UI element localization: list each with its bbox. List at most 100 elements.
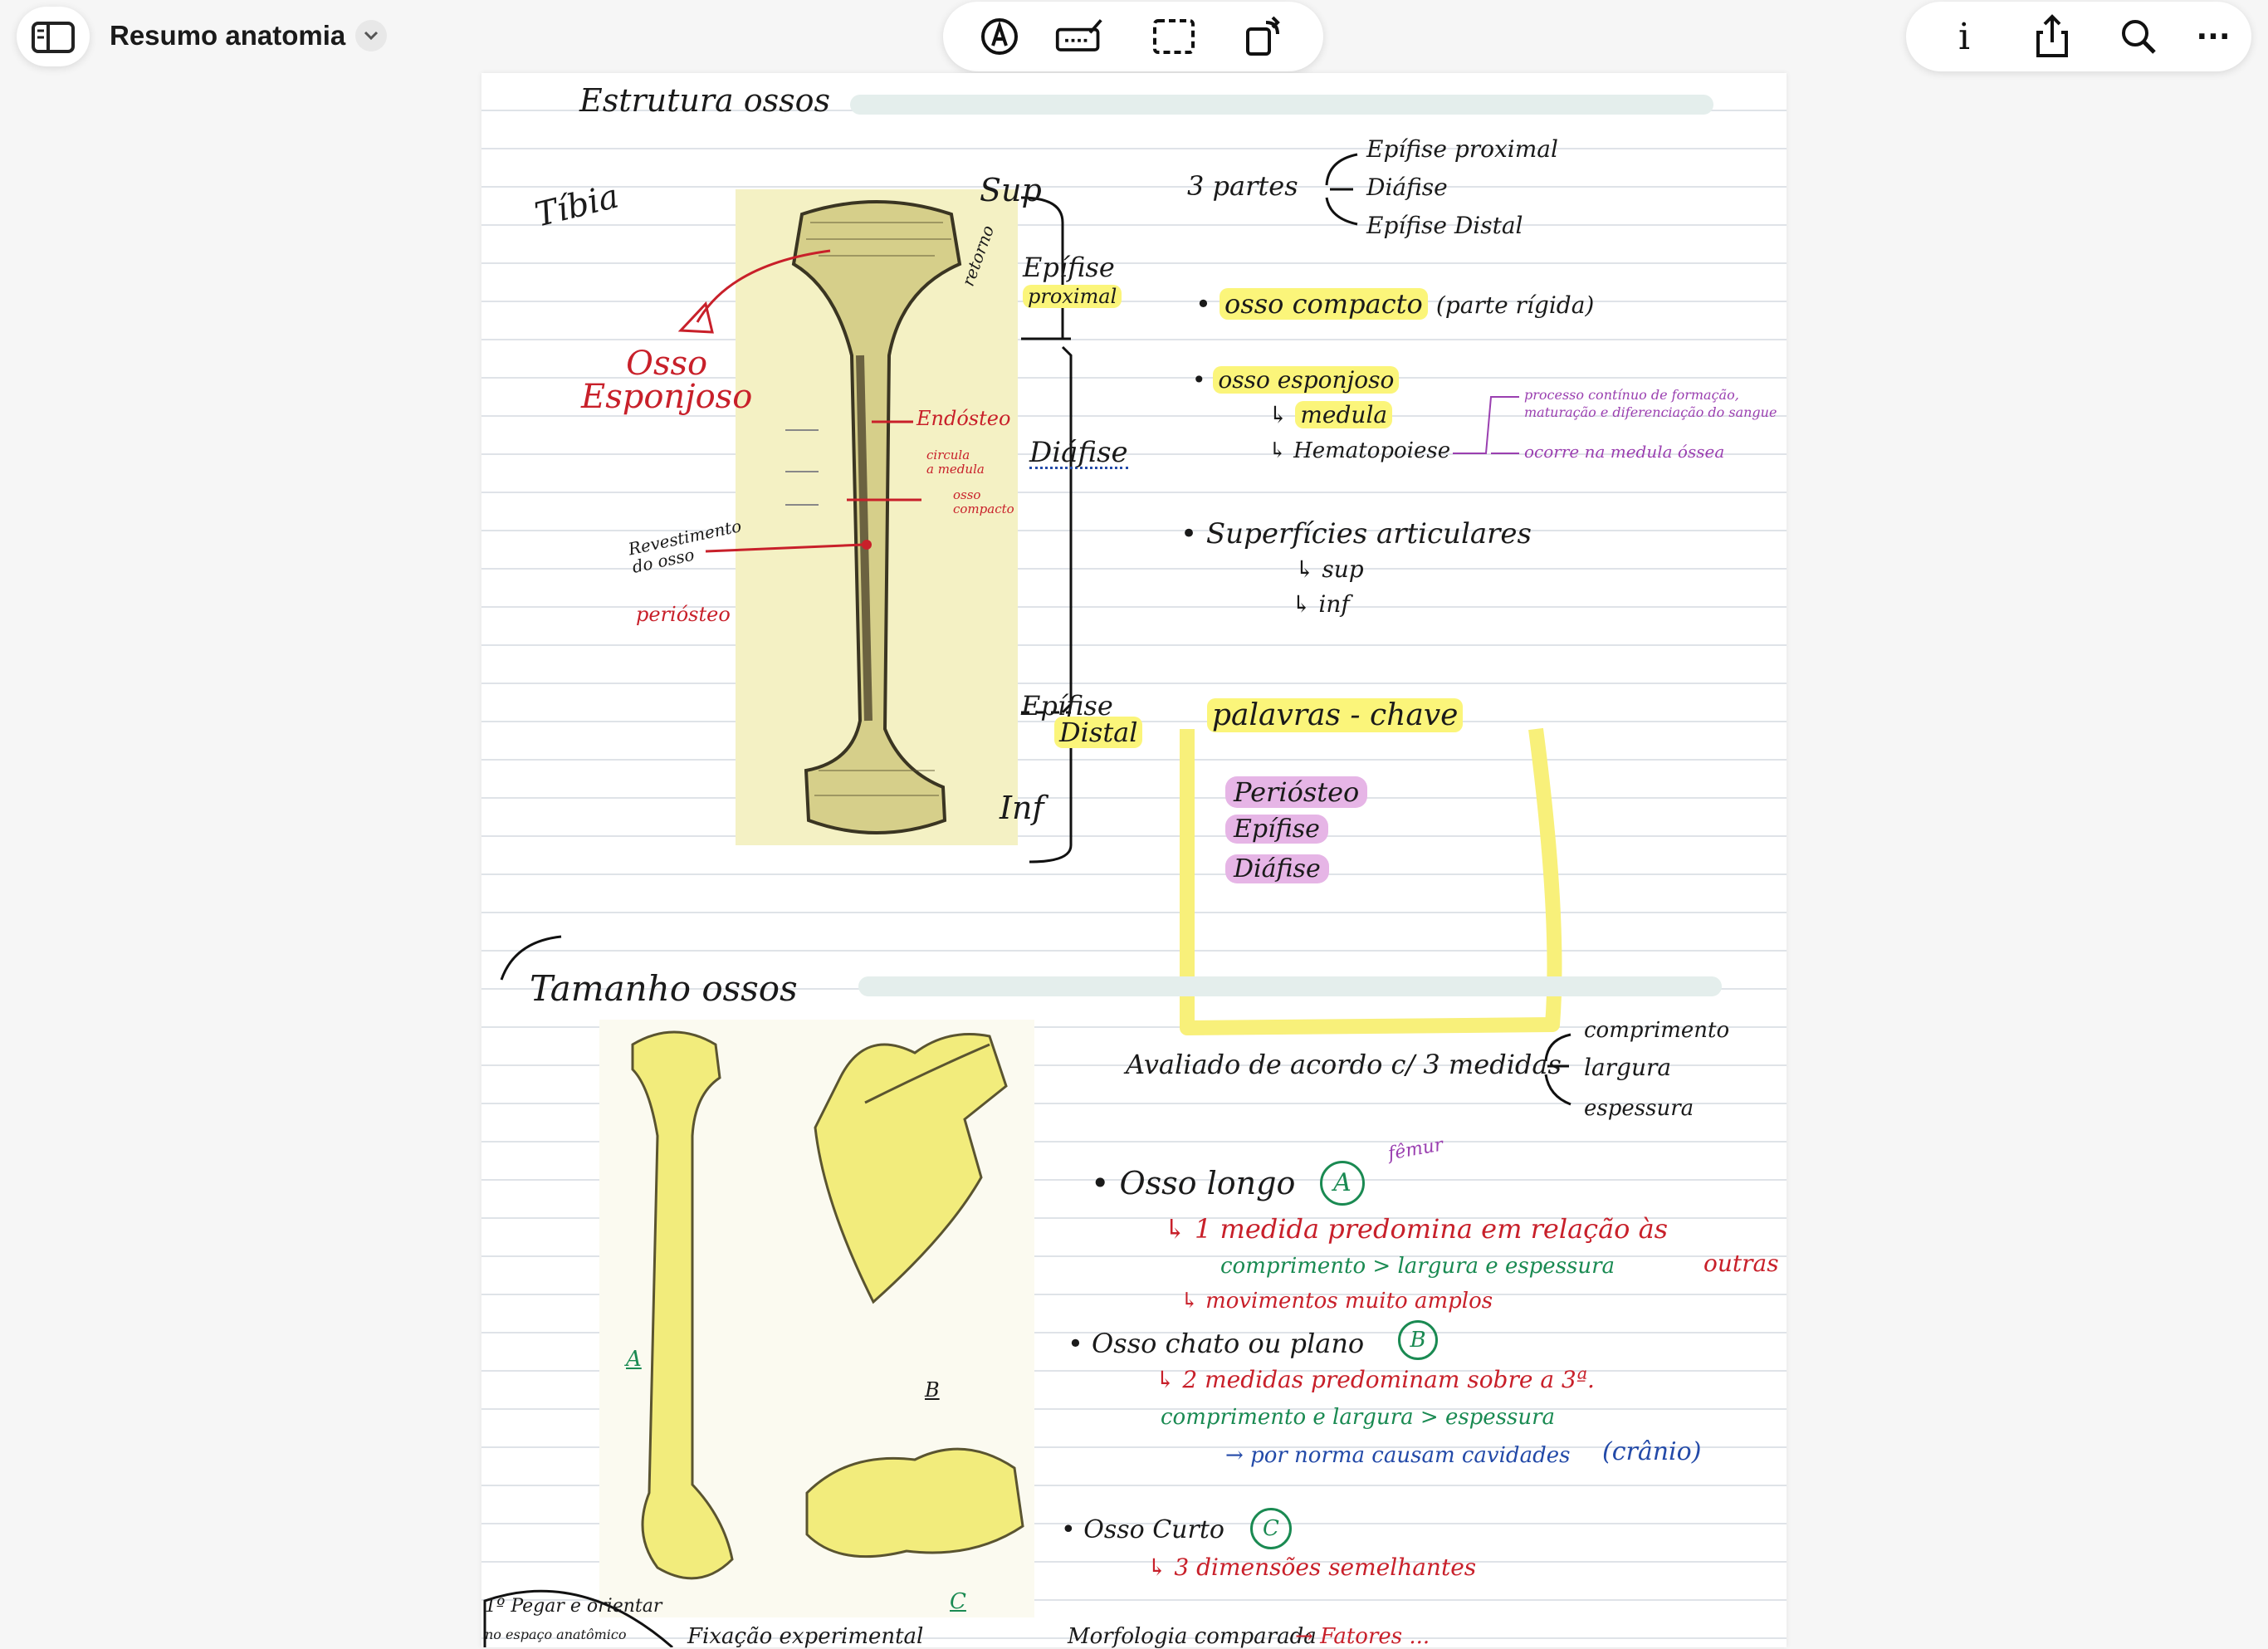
longo-outras: outras [1703, 1250, 1779, 1277]
keyword-epifise: Epífise [1225, 815, 1328, 844]
footer-mid: Fixação experimental [687, 1624, 924, 1649]
rotate-page-button[interactable] [1239, 12, 1288, 61]
right-toolbar: i ··· [1906, 2, 2251, 71]
keyword-periosteo-text: Periósteo [1225, 776, 1368, 808]
badge-c: C [1250, 1508, 1292, 1549]
circula-line1: circula [926, 448, 970, 462]
chevron-down-icon [364, 31, 379, 41]
chato-line1-text: 2 medidas predominam sobre a 3ª. [1182, 1366, 1595, 1393]
processo-line1: processo contínuo de formação, [1524, 387, 1739, 403]
ocorre-note: ocorre na medula óssea [1524, 442, 1725, 462]
footer-right2: → Fatores ... [1295, 1624, 1430, 1649]
curto-line1-text: 3 dimensões semelhantes [1174, 1554, 1477, 1581]
longo-line3-text: movimentos muito amplos [1205, 1289, 1493, 1314]
palavras-chave-text: palavras - chave [1207, 698, 1464, 732]
osso-esponjoso-line2: Esponjoso [581, 378, 753, 416]
rotate-icon [1246, 16, 1280, 56]
section2-title: Tamanho ossos [530, 968, 798, 1009]
osso-esponjoso-bullet: • osso esponjoso [1192, 366, 1400, 394]
femur-note: fêmur [1386, 1134, 1445, 1165]
more-icon: ··· [2196, 19, 2231, 54]
footer-right: Morfologia comparada [1068, 1624, 1317, 1649]
notebook-page[interactable]: Estrutura ossos Tíbia Sup retorno Epífis… [481, 73, 1787, 1647]
red-arrows [677, 249, 921, 553]
center-toolbar [943, 2, 1323, 71]
osso-compacto-small-label: osso compacto [953, 488, 1014, 516]
keyboard-tool-button[interactable] [1054, 12, 1104, 61]
osso-compacto-bullet: • osso compacto (parte rígida) [1195, 288, 1595, 320]
processo-note: processo contínuo de formação, maturação… [1524, 387, 1777, 422]
keyword-periosteo: Periósteo [1225, 776, 1368, 808]
hematopoiese-line: ↳ Hematopoiese [1268, 438, 1451, 463]
inf-small-line: ↳ inf [1292, 590, 1350, 618]
document-title[interactable]: Resumo anatomia [110, 20, 345, 51]
osso-compacto-small-line2: compacto [953, 501, 1014, 516]
footer-right2-text: Fatores ... [1320, 1624, 1430, 1649]
search-icon [2122, 20, 2156, 54]
search-button[interactable] [2114, 12, 2163, 61]
processo-line2: maturação e diferenciação do sangue [1524, 404, 1777, 420]
pen-tool-button[interactable] [975, 12, 1024, 61]
circula-medula-label: circula a medula [926, 448, 985, 476]
badge-b: B [1398, 1320, 1438, 1360]
partes-brace [1325, 153, 1358, 226]
lasso-select-button[interactable] [1149, 12, 1199, 61]
more-button[interactable]: ··· [2188, 12, 2238, 61]
badge-a-text: A [1333, 1168, 1352, 1197]
hematopoiese-text: Hematopoiese [1293, 438, 1451, 463]
footer-left-line2: no espaço anatômico [485, 1627, 627, 1642]
footer-left: 1º Pegar e orientar no espaço anatômico [485, 1593, 662, 1647]
keyword-diafise: Diáfise [1225, 854, 1329, 883]
chato-line3-text: por norma causam cavidades [1250, 1443, 1571, 1468]
keyword-epifise-text: Epífise [1225, 815, 1328, 844]
longo-line2: comprimento > largura e espessura [1220, 1254, 1615, 1279]
badge-a: A [1320, 1161, 1365, 1206]
medida-comprimento: comprimento [1584, 1018, 1730, 1043]
medida-largura: largura [1584, 1054, 1672, 1081]
superficies-bullet: • Superfícies articulares [1180, 517, 1532, 550]
bone-label-b: B [925, 1378, 940, 1402]
longo-line1-text: 1 medida predomina em relação às [1194, 1213, 1669, 1245]
osso-chato-text: Osso chato ou plano [1092, 1328, 1365, 1359]
osso-esponjoso-note-text: osso esponjoso [1213, 366, 1400, 394]
osso-compacto-small-line1: osso [953, 487, 981, 502]
keyboard-icon [1055, 19, 1102, 51]
osso-compacto-text: osso compacto [1220, 288, 1428, 320]
parte-rigida-text: (parte rígida) [1435, 291, 1595, 319]
periosteo-small-label: periósteo [636, 603, 731, 626]
section2-title-bar [858, 976, 1722, 996]
longo-line3: ↳ movimentos muito amplos [1180, 1289, 1493, 1314]
badge-b-text: B [1410, 1328, 1426, 1353]
circula-line2: a medula [926, 461, 985, 477]
longo-line1: ↳ 1 medida predomina em relação às [1164, 1213, 1669, 1245]
osso-curto-bullet: • Osso Curto [1061, 1515, 1224, 1544]
tres-partes-label: 3 partes [1187, 170, 1298, 202]
sup-small-text: sup [1322, 555, 1364, 583]
footer-left-line1: 1º Pegar e orientar [485, 1596, 662, 1617]
bone-label-a: A [626, 1347, 642, 1372]
chato-line3: → por norma causam cavidades [1225, 1443, 1571, 1468]
sidebar-toggle-button[interactable] [17, 7, 90, 66]
medida-espessura: espessura [1584, 1096, 1694, 1121]
superficies-text: Superfícies articulares [1205, 517, 1532, 550]
sidebar-icon [32, 22, 75, 53]
medula-text: medula [1295, 401, 1393, 428]
osso-chato-bullet: • Osso chato ou plano [1068, 1328, 1365, 1359]
osso-longo-bullet: • Osso longo [1091, 1165, 1296, 1201]
keyword-diafise-text: Diáfise [1225, 854, 1329, 883]
chato-cranio: (crânio) [1602, 1437, 1702, 1466]
chato-line2: comprimento e largura > espessura [1161, 1405, 1556, 1430]
info-button[interactable]: i [1939, 12, 1989, 61]
lasso-icon [1153, 19, 1195, 54]
bones-drawing [631, 1030, 1024, 1580]
share-icon [2036, 14, 2068, 57]
palavras-chave-title: palavras - chave [1207, 698, 1464, 732]
medidas-brace [1544, 1033, 1571, 1106]
osso-esponjoso-label: Osso Esponjoso [581, 347, 752, 413]
share-button[interactable] [2027, 12, 2077, 61]
medula-line: ↳ medula [1268, 401, 1393, 428]
avaliado-text: Avaliado de acordo c/ 3 medidas [1126, 1049, 1562, 1080]
inf-small-text: inf [1318, 590, 1350, 618]
curto-line1: ↳ 3 dimensões semelhantes [1147, 1554, 1477, 1581]
title-menu-button[interactable] [355, 20, 387, 51]
